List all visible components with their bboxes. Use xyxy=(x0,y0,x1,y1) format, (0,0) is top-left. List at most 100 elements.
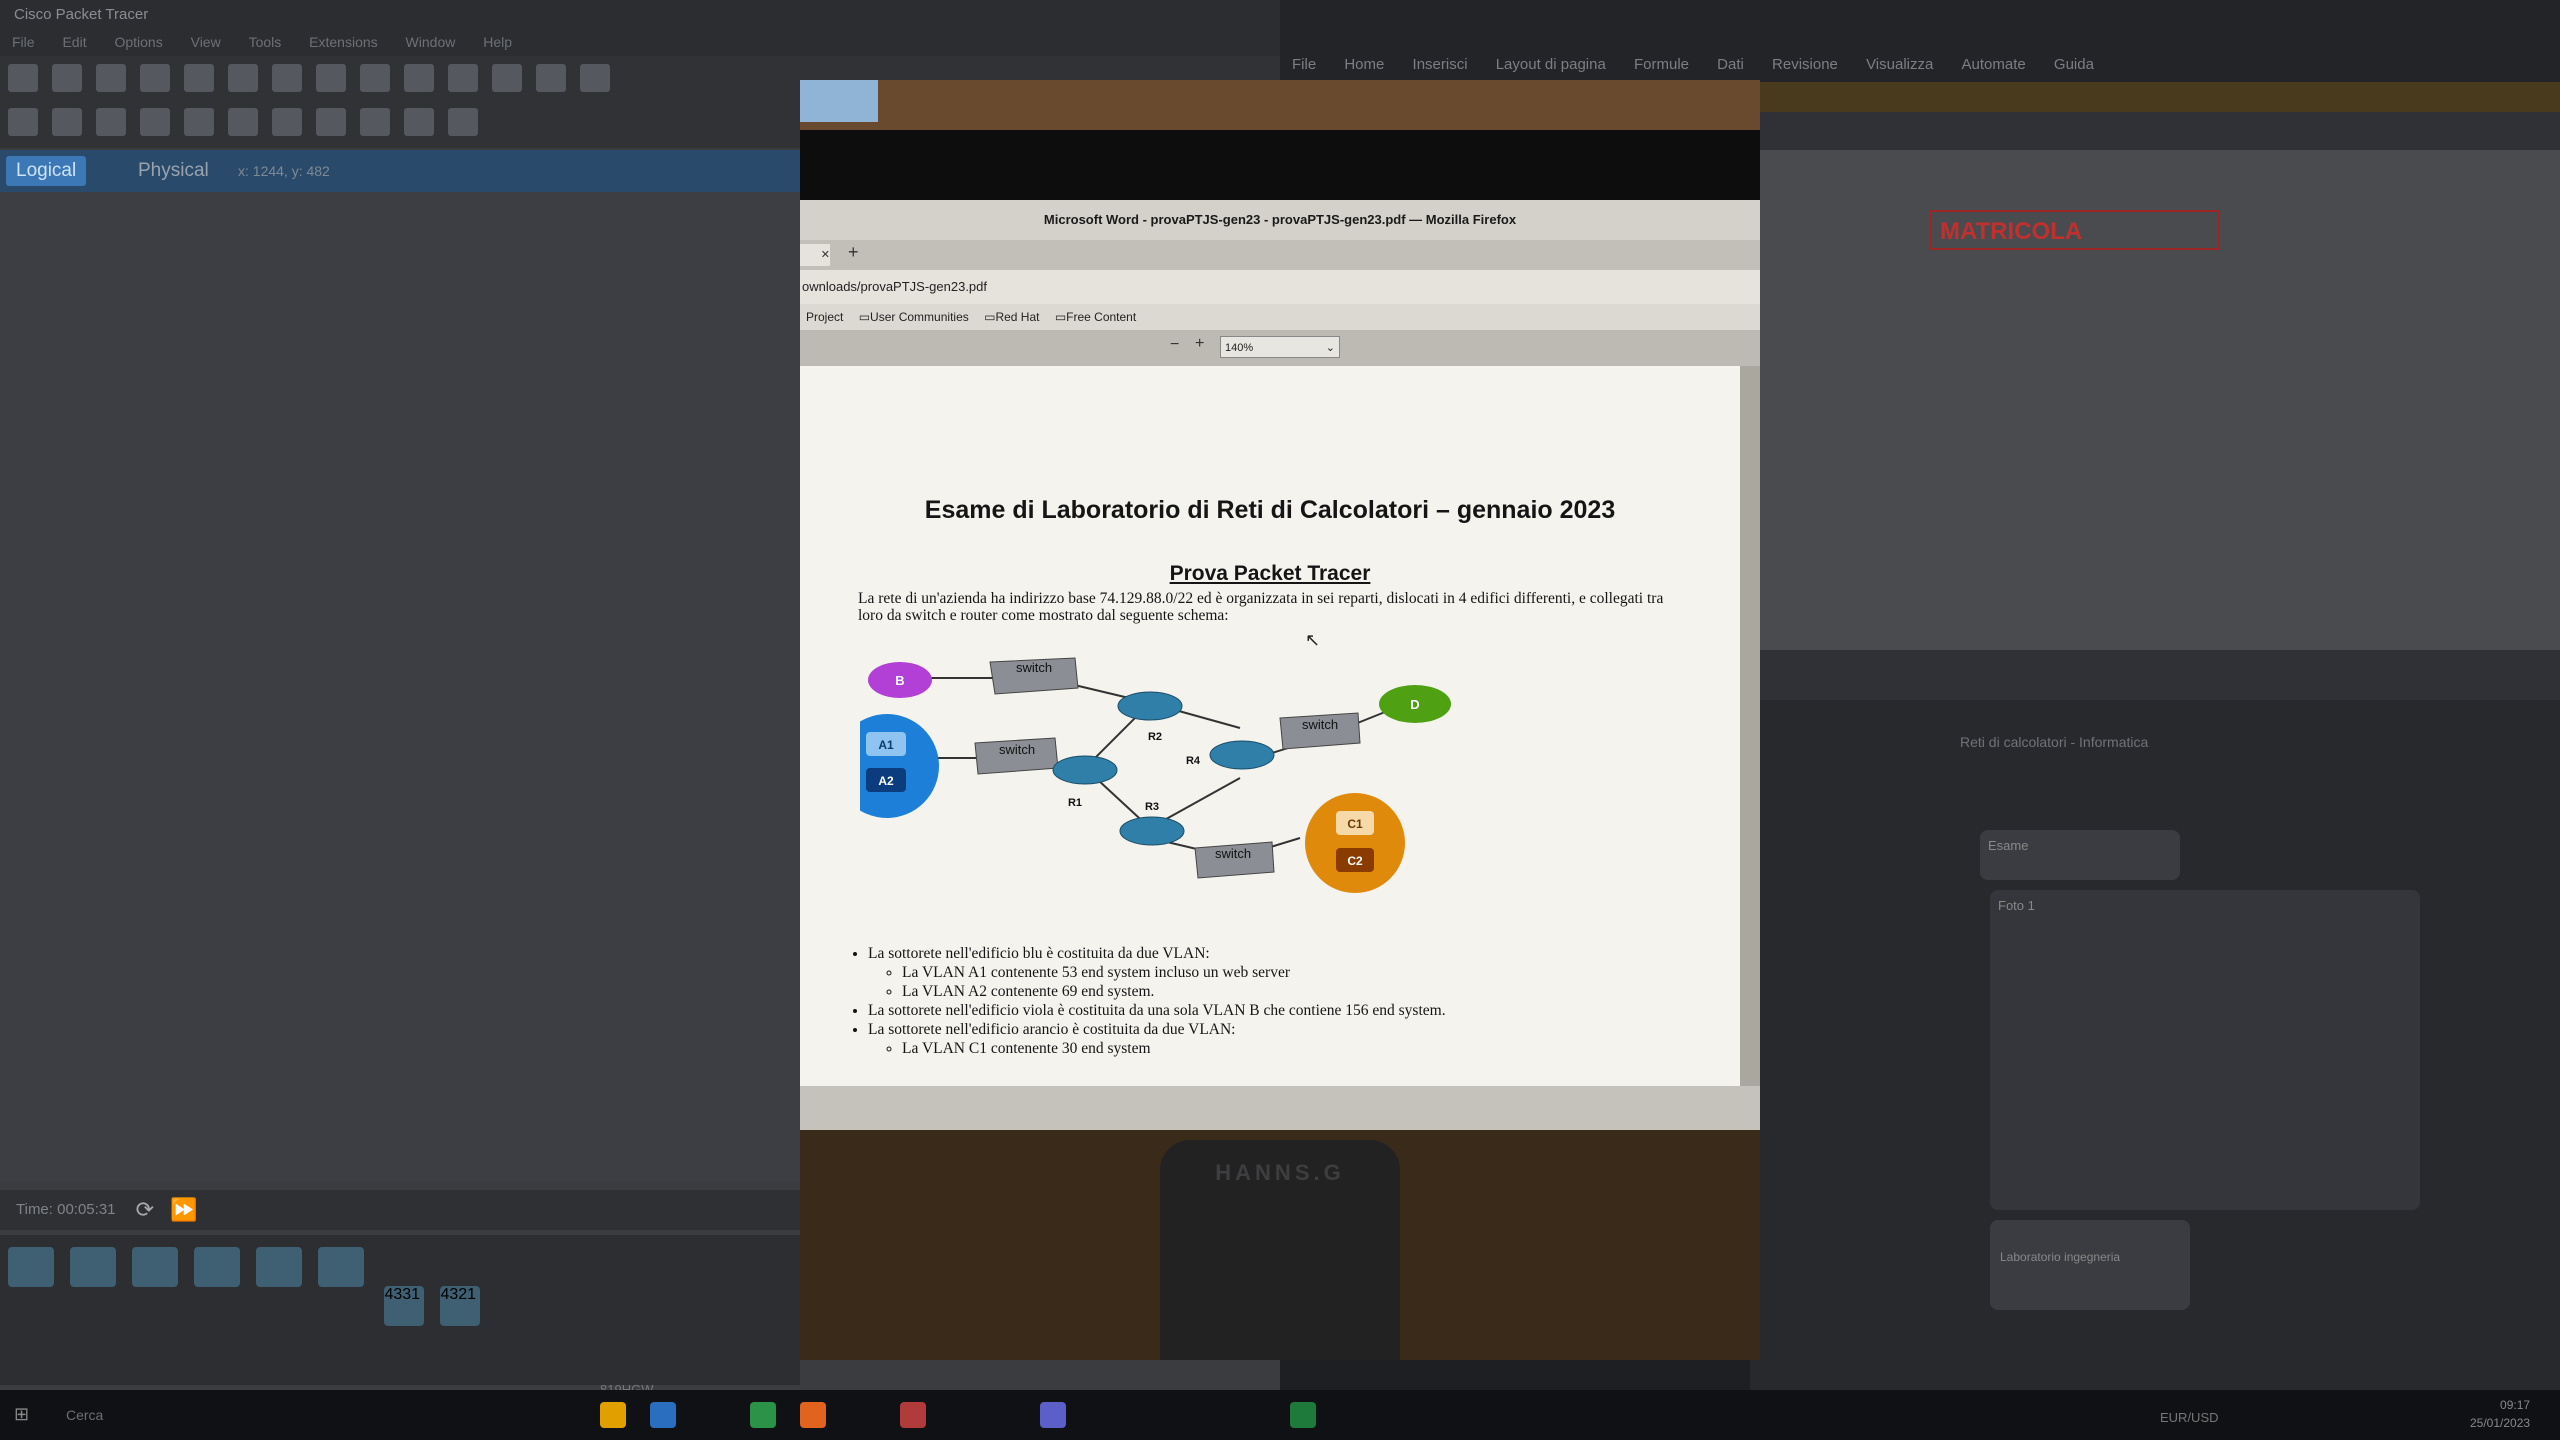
note-icon[interactable] xyxy=(184,108,214,136)
new-tab-icon[interactable]: + xyxy=(848,242,859,263)
bookmark-user-communities[interactable]: User Communities xyxy=(870,310,969,324)
ribbon-tab[interactable]: Automate xyxy=(1950,48,2038,81)
packet-tracer-taskbar-icon[interactable] xyxy=(900,1402,926,1428)
device-category-hubs-icon[interactable] xyxy=(132,1247,178,1287)
bookmark-free-content[interactable]: Free Content xyxy=(1066,310,1136,324)
device-category-switches-icon[interactable] xyxy=(70,1247,116,1287)
firefox-icon[interactable] xyxy=(800,1402,826,1428)
ribbon-tab[interactable]: Layout di pagina xyxy=(1484,48,1618,81)
zoom-in-button[interactable]: + xyxy=(1195,335,1204,353)
device-type-panel: 4331 4321 xyxy=(0,1235,800,1385)
firefox-tabstrip: ✕ + xyxy=(800,240,1760,270)
document-intro: La rete di un'azienda ha indirizzo base … xyxy=(858,590,1664,624)
paste-icon[interactable] xyxy=(360,64,390,92)
spotify-icon[interactable] xyxy=(750,1402,776,1428)
node-label-a2: A2 xyxy=(878,774,894,788)
packet-tracer-title: Cisco Packet Tracer xyxy=(0,0,1280,30)
resize-icon[interactable] xyxy=(140,108,170,136)
ribbon-tab[interactable]: Inserisci xyxy=(1401,48,1480,81)
rectangle-icon[interactable] xyxy=(272,108,302,136)
zoom-out-icon[interactable] xyxy=(580,64,610,92)
chat-header: Reti di calcolatori - Informatica xyxy=(1960,734,2149,750)
delete-icon[interactable] xyxy=(96,108,126,136)
select-icon[interactable] xyxy=(8,108,38,136)
taskbar-clock[interactable]: 09:17 25/01/2023 xyxy=(2470,1396,2530,1432)
ribbon-tab[interactable]: Revisione xyxy=(1760,48,1850,81)
start-icon[interactable]: ⊞ xyxy=(14,1404,29,1425)
photo-window-glimpse xyxy=(800,80,878,122)
zoom-select[interactable]: 140% ⌄ xyxy=(1220,336,1340,358)
activity-icon[interactable] xyxy=(272,64,302,92)
folder-icon: ▭ xyxy=(1054,310,1067,324)
print-icon[interactable] xyxy=(140,64,170,92)
menu-edit[interactable]: Edit xyxy=(50,30,98,54)
ribbon-tab[interactable]: Home xyxy=(1332,48,1396,81)
tab-close-icon[interactable]: ✕ xyxy=(800,244,830,266)
edge-icon[interactable] xyxy=(650,1402,676,1428)
router-label-r1: R1 xyxy=(1068,797,1082,809)
ribbon-tab[interactable]: Dati xyxy=(1705,48,1756,81)
matricola-cell[interactable]: MATRICOLA xyxy=(1930,210,2220,250)
device-model-label[interactable]: 4331 xyxy=(384,1286,425,1326)
menu-options[interactable]: Options xyxy=(102,30,174,54)
ellipse-icon[interactable] xyxy=(316,108,346,136)
chat-message[interactable]: Esame xyxy=(1980,830,2180,880)
open-folder-icon[interactable] xyxy=(52,64,82,92)
pdu-complex-icon[interactable] xyxy=(448,108,478,136)
line-icon[interactable] xyxy=(228,108,258,136)
photo-viewer[interactable]: HANNS.G Microsoft Word - provaPTJS-gen23… xyxy=(800,80,1760,1360)
pdf-viewer-area[interactable]: Esame di Laboratorio di Reti di Calcolat… xyxy=(800,366,1760,1086)
menu-window[interactable]: Window xyxy=(394,30,468,54)
device-category-routers-icon[interactable] xyxy=(8,1247,54,1287)
device-category-wireless-icon[interactable] xyxy=(194,1247,240,1287)
switch-label: switch xyxy=(1215,846,1251,861)
sub-bullet-item: La VLAN C1 contenente 30 end system xyxy=(902,1039,1710,1058)
menu-view[interactable]: View xyxy=(179,30,233,54)
save-icon[interactable] xyxy=(96,64,126,92)
ribbon-tab[interactable]: Guida xyxy=(2042,48,2106,81)
bookmark-red-hat[interactable]: Red Hat xyxy=(995,310,1039,324)
copy-icon[interactable] xyxy=(316,64,346,92)
ribbon-tab[interactable]: File xyxy=(1280,48,1328,81)
device-model-label[interactable]: 4321 xyxy=(440,1286,481,1326)
undo-icon[interactable] xyxy=(404,64,434,92)
chat-photo-message[interactable]: Foto 1 xyxy=(1990,890,2420,1210)
chrome-icon[interactable] xyxy=(600,1402,626,1428)
zoom-value: 140% xyxy=(1225,342,1254,354)
ribbon-tab[interactable]: Formule xyxy=(1622,48,1701,81)
currency-widget[interactable]: EUR/USD xyxy=(2160,1410,2219,1425)
excel-icon[interactable] xyxy=(1290,1402,1316,1428)
freeform-icon[interactable] xyxy=(360,108,390,136)
menu-help[interactable]: Help xyxy=(471,30,524,54)
device-category-security-icon[interactable] xyxy=(256,1247,302,1287)
teams-icon[interactable] xyxy=(1040,1402,1066,1428)
menu-file[interactable]: File xyxy=(0,30,47,54)
switch-b-icon: switch xyxy=(989,657,1079,695)
spreadsheet-titlebar xyxy=(1280,0,2560,48)
bullet-text: La VLAN C1 contenente 30 end system xyxy=(902,1040,1151,1057)
info-icon[interactable] xyxy=(184,64,214,92)
zoom-reset-icon[interactable] xyxy=(536,64,566,92)
clock-time: 09:17 xyxy=(2500,1398,2531,1412)
bookmark-project[interactable]: Project xyxy=(806,310,843,324)
redo-icon[interactable] xyxy=(448,64,478,92)
taskbar-search[interactable]: Cerca xyxy=(50,1400,266,1430)
cursor-coords: x: 1244, y: 482 xyxy=(238,163,330,179)
zoom-in-icon[interactable] xyxy=(492,64,522,92)
menu-extensions[interactable]: Extensions xyxy=(297,30,389,54)
power-cycle-icon[interactable]: ⟳ xyxy=(136,1190,154,1230)
fast-forward-icon[interactable]: ⏩ xyxy=(170,1190,197,1230)
tab-physical[interactable]: Physical xyxy=(128,156,219,186)
menu-tools[interactable]: Tools xyxy=(237,30,294,54)
ribbon-tab[interactable]: Visualizza xyxy=(1854,48,1945,81)
new-file-icon[interactable] xyxy=(8,64,38,92)
zoom-out-button[interactable]: − xyxy=(1170,336,1179,354)
wizard-icon[interactable] xyxy=(228,64,258,92)
device-category-wan-icon[interactable] xyxy=(318,1247,364,1287)
inspect-icon[interactable] xyxy=(52,108,82,136)
chevron-down-icon: ⌄ xyxy=(1325,342,1335,354)
url-bar[interactable]: ownloads/provaPTJS-gen23.pdf xyxy=(800,270,1760,304)
pdu-simple-icon[interactable] xyxy=(404,108,434,136)
tab-logical[interactable]: Logical xyxy=(6,156,87,186)
chat-file-message[interactable]: Laboratorio ingegneria xyxy=(1990,1220,2190,1310)
